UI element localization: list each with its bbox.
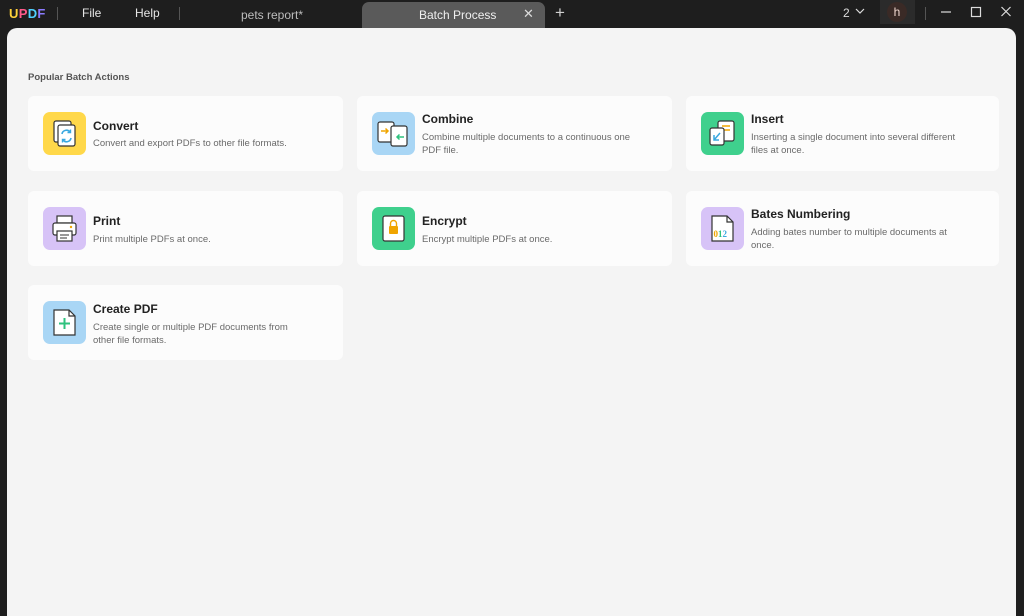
close-window-icon[interactable]: [1000, 5, 1012, 19]
card-description: Adding bates number to multiple document…: [751, 227, 947, 251]
convert-icon: [43, 112, 86, 155]
create-pdf-icon: [43, 301, 86, 344]
avatar: h: [887, 2, 907, 22]
chevron-down-icon[interactable]: [855, 6, 865, 16]
bates-number-icon: 012: [701, 207, 744, 250]
svg-text:012: 012: [714, 229, 728, 239]
window-count[interactable]: 2: [843, 6, 850, 20]
card-description: Convert and export PDFs to other file fo…: [93, 138, 287, 149]
print-icon: [43, 207, 86, 250]
minimize-icon[interactable]: [940, 5, 952, 19]
card-title: Encrypt: [422, 214, 467, 228]
card-description: Create single or multiple PDF documents …: [93, 322, 288, 346]
card-title: Convert: [93, 119, 139, 133]
account-button[interactable]: h: [880, 0, 915, 24]
bates-numbering-card[interactable]: 012 Bates Numbering Adding bates number …: [686, 191, 999, 266]
card-description: Combine multiple documents to a continuo…: [422, 132, 631, 156]
insert-icon: [701, 112, 744, 155]
print-card[interactable]: Print Print multiple PDFs at once.: [28, 191, 343, 266]
updf-logo[interactable]: UPDF: [9, 6, 46, 21]
section-title: Popular Batch Actions: [28, 72, 130, 83]
close-tab-icon[interactable]: ✕: [523, 6, 534, 22]
card-title: Combine: [422, 112, 474, 126]
card-title: Insert: [751, 112, 784, 126]
tab-batch-process[interactable]: Batch Process ✕: [362, 2, 545, 28]
convert-card[interactable]: Convert Convert and export PDFs to other…: [28, 96, 343, 171]
combine-icon: [372, 112, 415, 155]
tab-pets-report[interactable]: pets report*: [181, 0, 361, 28]
combine-card[interactable]: Combine Combine multiple documents to a …: [357, 96, 672, 171]
card-title: Bates Numbering: [751, 207, 851, 221]
card-description: Print multiple PDFs at once.: [93, 234, 211, 245]
tab-label: Batch Process: [419, 8, 497, 22]
divider: [57, 7, 58, 20]
card-description: Encrypt multiple PDFs at once.: [422, 234, 553, 245]
encrypt-card[interactable]: Encrypt Encrypt multiple PDFs at once.: [357, 191, 672, 266]
maximize-icon[interactable]: [970, 5, 982, 19]
card-description: Inserting a single document into several…: [751, 132, 956, 156]
tab-label: pets report*: [241, 8, 304, 22]
card-title: Create PDF: [93, 302, 158, 316]
insert-card[interactable]: Insert Inserting a single document into …: [686, 96, 999, 171]
divider: [179, 7, 180, 20]
divider: [925, 7, 926, 20]
menu-file[interactable]: File: [82, 6, 101, 20]
card-title: Print: [93, 214, 121, 228]
create-pdf-card[interactable]: Create PDF Create single or multiple PDF…: [28, 285, 343, 360]
encrypt-icon: [372, 207, 415, 250]
title-bar: UPDF File Help pets report* Batch Proces…: [0, 0, 1024, 28]
add-tab-button[interactable]: +: [555, 3, 565, 23]
menu-help[interactable]: Help: [135, 6, 160, 20]
